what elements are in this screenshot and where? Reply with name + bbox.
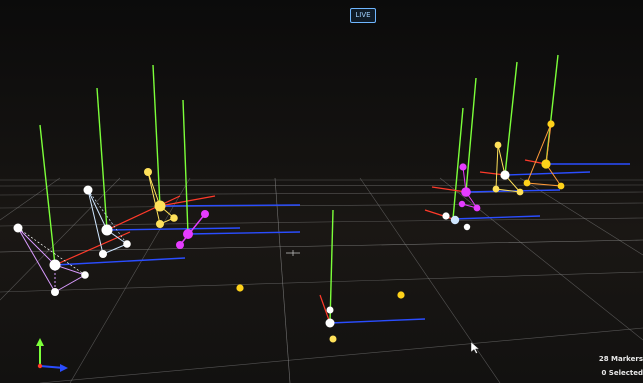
marker[interactable] — [101, 224, 113, 236]
marker[interactable] — [473, 204, 481, 212]
marker[interactable] — [329, 335, 337, 343]
marker[interactable] — [176, 241, 184, 249]
scene-canvas[interactable] — [0, 0, 643, 383]
marker[interactable] — [170, 214, 178, 222]
marker[interactable] — [325, 318, 335, 328]
marker[interactable] — [236, 284, 244, 292]
marker[interactable] — [81, 271, 89, 279]
crosshair-icon — [286, 250, 300, 256]
marker[interactable] — [463, 223, 471, 231]
marker[interactable] — [13, 223, 23, 233]
marker[interactable] — [516, 188, 524, 196]
skeleton-9[interactable] — [523, 54, 630, 190]
marker[interactable] — [51, 288, 59, 296]
marker[interactable] — [492, 185, 500, 193]
marker[interactable] — [326, 306, 334, 314]
marker[interactable] — [201, 210, 209, 218]
marker[interactable] — [183, 229, 193, 239]
marker[interactable] — [154, 200, 166, 212]
selected-count: 0 Selected — [601, 369, 643, 377]
marker[interactable] — [557, 182, 565, 190]
marker[interactable] — [442, 212, 450, 220]
marker[interactable] — [99, 250, 107, 258]
marker[interactable] — [83, 185, 93, 195]
marker[interactable] — [450, 215, 460, 225]
skeleton-5[interactable] — [319, 209, 426, 343]
marker[interactable] — [547, 120, 555, 128]
live-badge[interactable]: LIVE — [350, 8, 376, 23]
marker[interactable] — [49, 259, 61, 271]
axes-gizmo-icon — [36, 338, 68, 372]
marker[interactable] — [494, 141, 502, 149]
marker-count: 28 Markers — [598, 355, 643, 363]
3d-viewport[interactable]: LIVE 28 Markers 0 Selected — [0, 0, 643, 383]
mouse-pointer-icon — [470, 339, 480, 358]
marker[interactable] — [144, 168, 152, 176]
marker[interactable] — [156, 220, 164, 228]
skeleton-4[interactable] — [176, 99, 301, 249]
marker[interactable] — [461, 187, 471, 197]
marker[interactable] — [458, 200, 466, 208]
marker[interactable] — [123, 240, 131, 248]
skeleton-2[interactable] — [83, 87, 241, 258]
marker[interactable] — [459, 163, 467, 171]
marker[interactable] — [397, 291, 405, 299]
marker[interactable] — [523, 179, 531, 187]
skeleton-8[interactable] — [479, 61, 591, 196]
marker[interactable] — [541, 159, 551, 169]
marker[interactable] — [500, 170, 510, 180]
